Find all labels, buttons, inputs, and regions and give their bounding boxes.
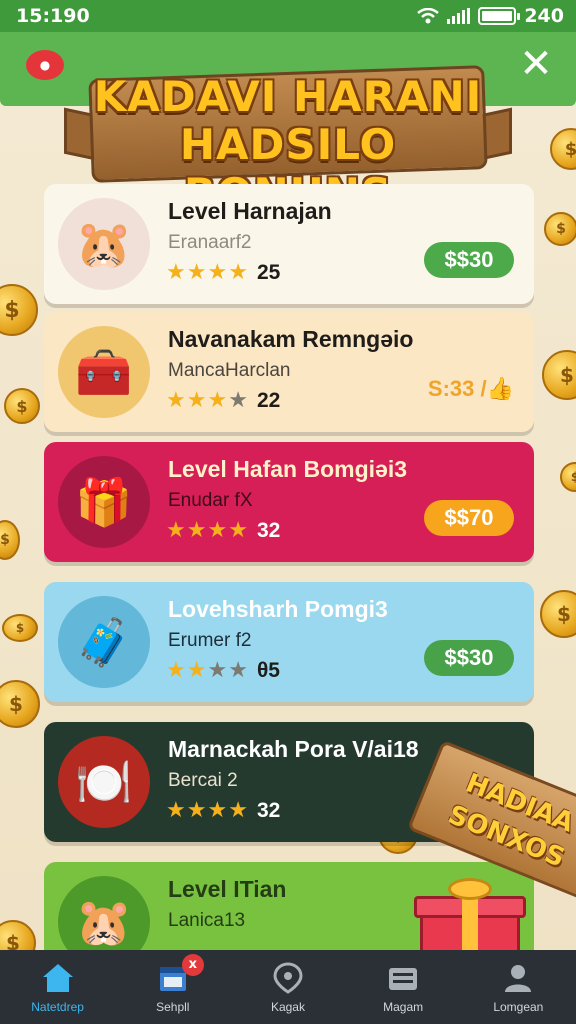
coin-icon: $: [544, 212, 576, 246]
bonus-banner: KADAVI HARANI HADSILO BONUNS: [64, 62, 512, 218]
chest-icon: 🧳: [58, 596, 150, 688]
nav-item-schedule[interactable]: x Sehpll: [118, 954, 228, 1014]
battery-icon: [478, 7, 521, 25]
gift-icon: 🎁: [58, 456, 150, 548]
star-icon: ★: [207, 260, 228, 285]
nav-item-login[interactable]: Lomgean: [463, 960, 573, 1014]
card-title: Level Harnajan: [168, 198, 332, 224]
card-title: Lovehsharh Pomgi3: [168, 596, 388, 622]
banner-title-line1: KADAVI HARANI: [93, 72, 483, 121]
home-icon: [40, 960, 76, 996]
price-button[interactable]: $$30: [424, 242, 514, 278]
star-icon: ★: [228, 518, 248, 543]
star-icon: ★: [228, 260, 248, 285]
star-icon: ★: [166, 658, 186, 683]
toolbox-icon: 🧰: [58, 326, 150, 418]
nav-label: Magam: [383, 1000, 424, 1014]
signal-icon: [447, 8, 471, 24]
close-button[interactable]: ✕: [518, 44, 554, 84]
card-score: 32: [256, 798, 281, 822]
star-icon: ★: [186, 388, 207, 413]
chat-icon[interactable]: ●: [26, 50, 64, 80]
nav-item-home[interactable]: Natetdrep: [3, 960, 113, 1014]
nav-label: Lomgean: [493, 1000, 544, 1014]
star-rating: ★ ★ ★ ★ θ5: [166, 658, 280, 683]
wifi-icon: [417, 8, 440, 24]
card-title: Level ITian: [168, 876, 287, 902]
star-icon: ★: [207, 798, 228, 823]
bonus-card[interactable]: 🐹 Level Harnajan Eranaarf2 ★ ★ ★ ★ 25 $$30: [44, 184, 534, 304]
person-icon: [500, 960, 536, 996]
shield-icon: [270, 960, 306, 996]
star-rating: ★ ★ ★ ★ 32: [166, 518, 280, 543]
star-empty-icon: ★: [228, 388, 248, 413]
coin-icon: $: [4, 388, 40, 424]
nav-item-kagak[interactable]: Kagak: [233, 960, 343, 1014]
card-title: Marnackah Pora V/ai18: [168, 736, 419, 762]
coin-icon: $: [2, 614, 38, 642]
status-bar: 15:190 240: [0, 0, 576, 32]
card-subtitle: Lanica13: [168, 910, 246, 931]
card-score: θ5: [256, 658, 280, 682]
star-rating: ★ ★ ★ ★ 32: [166, 798, 280, 823]
bottom-nav: Natetdrep x Sehpll Kagak Magam Lomgean: [0, 950, 576, 1024]
card-subtitle: Bercai 2: [168, 770, 238, 791]
star-icon: ★: [166, 518, 186, 543]
price-button[interactable]: $$30: [424, 640, 514, 676]
card-subtitle: Eranaarf2: [168, 232, 252, 253]
battery-text: 240: [524, 5, 564, 27]
star-icon: ★: [186, 260, 207, 285]
star-empty-icon: ★: [207, 658, 228, 683]
star-icon: ★: [186, 518, 207, 543]
bonus-card[interactable]: 🎁 Level Hafan Bomgiəi3 Enudar fX ★ ★ ★ ★ 32…: [44, 442, 534, 562]
keyboard-icon: [385, 960, 421, 996]
status-icons: 240: [417, 5, 564, 27]
star-icon: ★: [186, 658, 207, 683]
card-score: 22: [256, 388, 281, 412]
star-rating: ★ ★ ★ ★ 22: [166, 388, 280, 413]
star-icon: ★: [207, 518, 228, 543]
price-label[interactable]: S:33 /👍: [428, 376, 514, 402]
card-score: 32: [256, 518, 281, 542]
nav-item-magam[interactable]: Magam: [348, 960, 458, 1014]
nav-label: Natetdrep: [31, 1000, 84, 1014]
card-subtitle: Erumer f2: [168, 630, 252, 651]
star-empty-icon: ★: [228, 658, 248, 683]
nav-label: Kagak: [270, 1000, 305, 1014]
price-button[interactable]: $$70: [424, 500, 514, 536]
bonus-card[interactable]: 🧳 Lovehsharh Pomgi3 Erumer f2 ★ ★ ★ ★ θ5 $$…: [44, 582, 534, 702]
status-time: 15:190: [16, 5, 90, 27]
plate-icon: 🍽️: [58, 736, 150, 828]
hamster-avatar-icon: 🐹: [58, 198, 150, 290]
star-icon: ★: [166, 388, 186, 413]
star-rating: ★ ★ ★ ★ 25: [166, 260, 280, 285]
star-icon: ★: [166, 260, 186, 285]
star-icon: ★: [186, 798, 207, 823]
card-title: Level Hafan Bomgiəi3: [168, 456, 408, 482]
card-subtitle: Enudar fX: [168, 490, 253, 511]
bonus-card[interactable]: 🧰 Navanakam Remngəio MancaHarclan ★ ★ ★ ★ 2…: [44, 312, 534, 432]
notification-badge: x: [181, 954, 204, 976]
card-subtitle: MancaHarclan: [168, 360, 291, 381]
nav-label: Sehpll: [156, 1000, 190, 1014]
star-icon: ★: [166, 798, 186, 823]
card-title: Navanakam Remngəio: [168, 326, 414, 352]
star-icon: ★: [207, 388, 228, 413]
card-score: 25: [256, 260, 281, 284]
star-icon: ★: [228, 798, 248, 823]
